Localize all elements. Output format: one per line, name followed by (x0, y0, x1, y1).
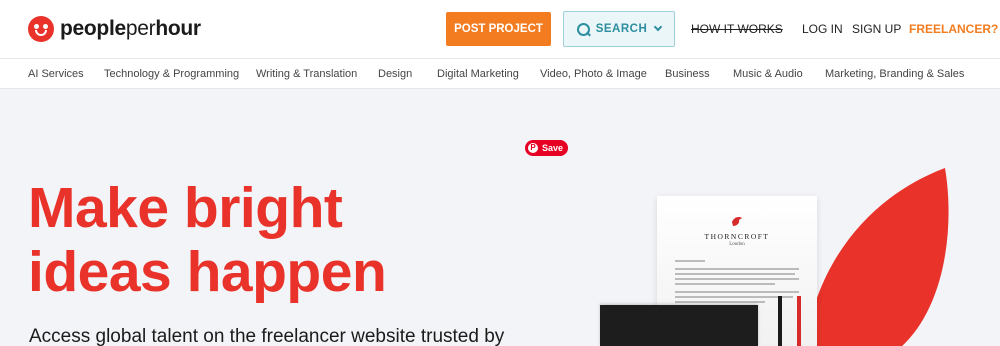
search-button[interactable]: SEARCH (563, 11, 675, 47)
search-label: SEARCH (595, 23, 648, 35)
logo-wordmark: peopleperhour (60, 17, 201, 41)
bird-logo-icon (732, 217, 742, 226)
category-video-photo-image[interactable]: Video, Photo & Image (540, 68, 647, 80)
category-ai-services[interactable]: AI Services (28, 68, 84, 80)
post-project-button[interactable]: POST PROJECT (446, 12, 551, 46)
category-business[interactable]: Business (665, 68, 710, 80)
letterhead-brand: THORNCROFT (704, 232, 770, 241)
black-notebook-image (600, 305, 758, 346)
headline-line-2: ideas happen (28, 240, 387, 304)
category-writing-translation[interactable]: Writing & Translation (256, 68, 357, 80)
pinterest-save-button[interactable]: P Save (525, 140, 568, 156)
category-marketing-branding-sales[interactable]: Marketing, Branding & Sales (825, 68, 964, 80)
how-it-works-link[interactable]: HOW IT WORKS (691, 22, 783, 36)
pinterest-icon: P (528, 143, 538, 153)
save-label: Save (542, 143, 564, 153)
chevron-down-icon (654, 22, 663, 32)
category-digital-marketing[interactable]: Digital Marketing (437, 68, 519, 80)
category-nav: AI Services Technology & Programming Wri… (0, 58, 1000, 89)
category-technology-programming[interactable]: Technology & Programming (104, 68, 239, 80)
red-pencil-image (797, 296, 801, 346)
category-music-audio[interactable]: Music & Audio (733, 68, 803, 80)
peopleperhour-logo[interactable]: peopleperhour (28, 16, 201, 42)
top-header: peopleperhour POST PROJECT SEARCH HOW IT… (0, 0, 1000, 58)
black-pencil-image (778, 296, 782, 346)
log-in-link[interactable]: LOG IN (802, 22, 843, 36)
logo-word-people: people (60, 17, 126, 40)
hero-subheadline: Access global talent on the freelancer w… (29, 326, 505, 346)
category-design[interactable]: Design (378, 68, 412, 80)
search-icon (576, 22, 590, 36)
logo-word-per: per (125, 17, 156, 40)
headline-line-1: Make bright (28, 176, 343, 240)
logo-face-icon (28, 16, 54, 42)
sign-up-link[interactable]: SIGN UP (852, 22, 901, 36)
letterhead-city: London (729, 242, 745, 247)
logo-word-hour: hour (155, 17, 201, 40)
red-leaf-shape (805, 168, 949, 346)
hero-headline: Make bright ideas happen (28, 176, 387, 304)
freelancer-link[interactable]: FREELANCER? (909, 22, 998, 36)
